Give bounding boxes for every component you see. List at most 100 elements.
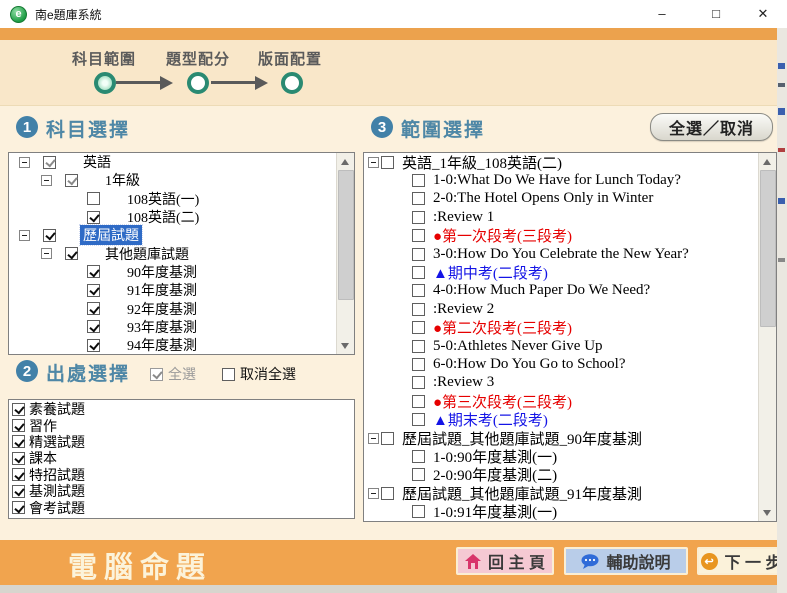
- next-step-button[interactable]: ↩ 下 一 步: [697, 547, 785, 575]
- node-label[interactable]: ●第二次段考(三段考): [430, 317, 575, 338]
- node-checkbox[interactable]: [412, 358, 425, 371]
- node-checkbox[interactable]: [412, 248, 425, 261]
- tree-node[interactable]: 6-0:How Do You Go to School?: [364, 355, 759, 373]
- tree-node[interactable]: 1年級: [9, 171, 337, 189]
- list-item[interactable]: 精選試題: [9, 434, 354, 450]
- tree-node[interactable]: 108英語(一): [9, 190, 337, 208]
- tree-node[interactable]: 91年度基測: [9, 281, 337, 299]
- node-label[interactable]: 108英語(二): [124, 207, 202, 227]
- tree-node[interactable]: 1-0:90年度基測(一): [364, 447, 759, 465]
- tree-node[interactable]: :Review 3: [364, 374, 759, 392]
- scroll-up-button[interactable]: [337, 153, 353, 169]
- node-label[interactable]: 3-0:How Do You Celebrate the New Year?: [430, 246, 692, 263]
- step-circle-3[interactable]: [281, 72, 303, 94]
- select-toggle-button[interactable]: 全選／取消: [650, 113, 773, 141]
- node-label[interactable]: 歷屆試題: [80, 225, 142, 245]
- node-label[interactable]: 108英語(一): [124, 189, 202, 209]
- node-label[interactable]: ●第一次段考(三段考): [430, 225, 575, 246]
- select-all-option[interactable]: 全選: [150, 364, 196, 384]
- collapse-expander-icon[interactable]: [41, 175, 52, 186]
- tree-node[interactable]: ●第三次段考(三段考): [364, 392, 759, 410]
- tree-node[interactable]: 3-0:How Do You Celebrate the New Year?: [364, 245, 759, 263]
- scrollbar-thumb[interactable]: [760, 170, 776, 327]
- step-circle-2[interactable]: [187, 72, 209, 94]
- node-label[interactable]: 92年度基測: [124, 299, 200, 319]
- tree-node[interactable]: 1-0:What Do We Have for Lunch Today?: [364, 171, 759, 189]
- node-label[interactable]: :Review 3: [430, 374, 497, 391]
- maximize-button[interactable]: □: [694, 0, 738, 27]
- tree-node[interactable]: :Review 2: [364, 300, 759, 318]
- node-label[interactable]: 94年度基測: [124, 335, 200, 354]
- node-checkbox[interactable]: [87, 265, 100, 278]
- node-checkbox[interactable]: [412, 229, 425, 242]
- node-checkbox[interactable]: [381, 432, 394, 445]
- node-label[interactable]: 2-0:The Hotel Opens Only in Winter: [430, 190, 656, 207]
- node-label[interactable]: 6-0:How Do You Go to School?: [430, 356, 629, 373]
- node-checkbox[interactable]: [87, 302, 100, 315]
- node-label[interactable]: ▲期中考(二段考): [430, 262, 551, 283]
- collapse-expander-icon[interactable]: [41, 248, 52, 259]
- item-checkbox[interactable]: [12, 501, 25, 514]
- tree-node[interactable]: 92年度基測: [9, 299, 337, 317]
- select-all-checkbox[interactable]: [150, 368, 163, 381]
- node-checkbox[interactable]: [412, 266, 425, 279]
- tree-node[interactable]: 2-0:The Hotel Opens Only in Winter: [364, 190, 759, 208]
- collapse-expander-icon[interactable]: [19, 157, 30, 168]
- tree-node[interactable]: 歷屆試題: [9, 226, 337, 244]
- node-checkbox[interactable]: [87, 320, 100, 333]
- tree-node[interactable]: ●第二次段考(三段考): [364, 319, 759, 337]
- node-checkbox[interactable]: [412, 450, 425, 463]
- node-label[interactable]: 英語: [80, 153, 114, 172]
- tree-node[interactable]: 歷屆試題_其他題庫試題_90年度基測: [364, 429, 759, 447]
- tree-node[interactable]: ▲期末考(二段考): [364, 410, 759, 428]
- scroll-down-button[interactable]: [759, 505, 775, 521]
- node-checkbox[interactable]: [65, 174, 78, 187]
- tree-node[interactable]: 94年度基測: [9, 336, 337, 354]
- node-label[interactable]: 1-0:91年度基測(一): [430, 501, 560, 521]
- node-checkbox[interactable]: [381, 487, 394, 500]
- node-checkbox[interactable]: [381, 156, 394, 169]
- node-label[interactable]: 1年級: [102, 170, 143, 190]
- item-checkbox[interactable]: [12, 485, 25, 498]
- node-label[interactable]: 其他題庫試題: [102, 244, 192, 264]
- item-checkbox[interactable]: [12, 419, 25, 432]
- item-label[interactable]: 會考試題: [29, 498, 85, 518]
- home-button[interactable]: 回 主 頁: [456, 547, 554, 575]
- node-label[interactable]: 1-0:What Do We Have for Lunch Today?: [430, 172, 684, 189]
- node-checkbox[interactable]: [412, 192, 425, 205]
- node-checkbox[interactable]: [412, 413, 425, 426]
- collapse-expander-icon[interactable]: [19, 230, 30, 241]
- node-checkbox[interactable]: [412, 376, 425, 389]
- node-checkbox[interactable]: [43, 229, 56, 242]
- step-circle-1-active[interactable]: [94, 72, 116, 94]
- close-button[interactable]: ✕: [741, 0, 785, 27]
- tree-node[interactable]: 1-0:91年度基測(一): [364, 502, 759, 520]
- node-label[interactable]: 91年度基測: [124, 280, 200, 300]
- list-item[interactable]: 會考試題: [9, 499, 354, 515]
- node-checkbox[interactable]: [412, 321, 425, 334]
- node-label[interactable]: 90年度基測: [124, 262, 200, 282]
- tree-node[interactable]: ▲期中考(二段考): [364, 263, 759, 281]
- node-checkbox[interactable]: [412, 211, 425, 224]
- tree-node[interactable]: :Review 1: [364, 208, 759, 226]
- node-label[interactable]: 93年度基測: [124, 317, 200, 337]
- node-checkbox[interactable]: [43, 156, 56, 169]
- tree-node[interactable]: 4-0:How Much Paper Do We Need?: [364, 282, 759, 300]
- node-checkbox[interactable]: [412, 505, 425, 518]
- item-checkbox[interactable]: [12, 468, 25, 481]
- collapse-expander-icon[interactable]: [368, 157, 379, 168]
- item-checkbox[interactable]: [12, 435, 25, 448]
- node-checkbox[interactable]: [65, 247, 78, 260]
- tree-node[interactable]: 5-0:Athletes Never Give Up: [364, 337, 759, 355]
- item-checkbox[interactable]: [12, 452, 25, 465]
- deselect-all-checkbox[interactable]: [222, 368, 235, 381]
- scroll-up-button[interactable]: [759, 153, 775, 169]
- node-label[interactable]: :Review 2: [430, 301, 497, 318]
- scroll-down-button[interactable]: [337, 338, 353, 354]
- list-item[interactable]: 素養試題: [9, 401, 354, 417]
- tree-node[interactable]: ●第一次段考(三段考): [364, 227, 759, 245]
- node-checkbox[interactable]: [412, 284, 425, 297]
- node-checkbox[interactable]: [412, 303, 425, 316]
- scrollbar-thumb[interactable]: [338, 170, 354, 300]
- tree-node[interactable]: 英語: [9, 153, 337, 171]
